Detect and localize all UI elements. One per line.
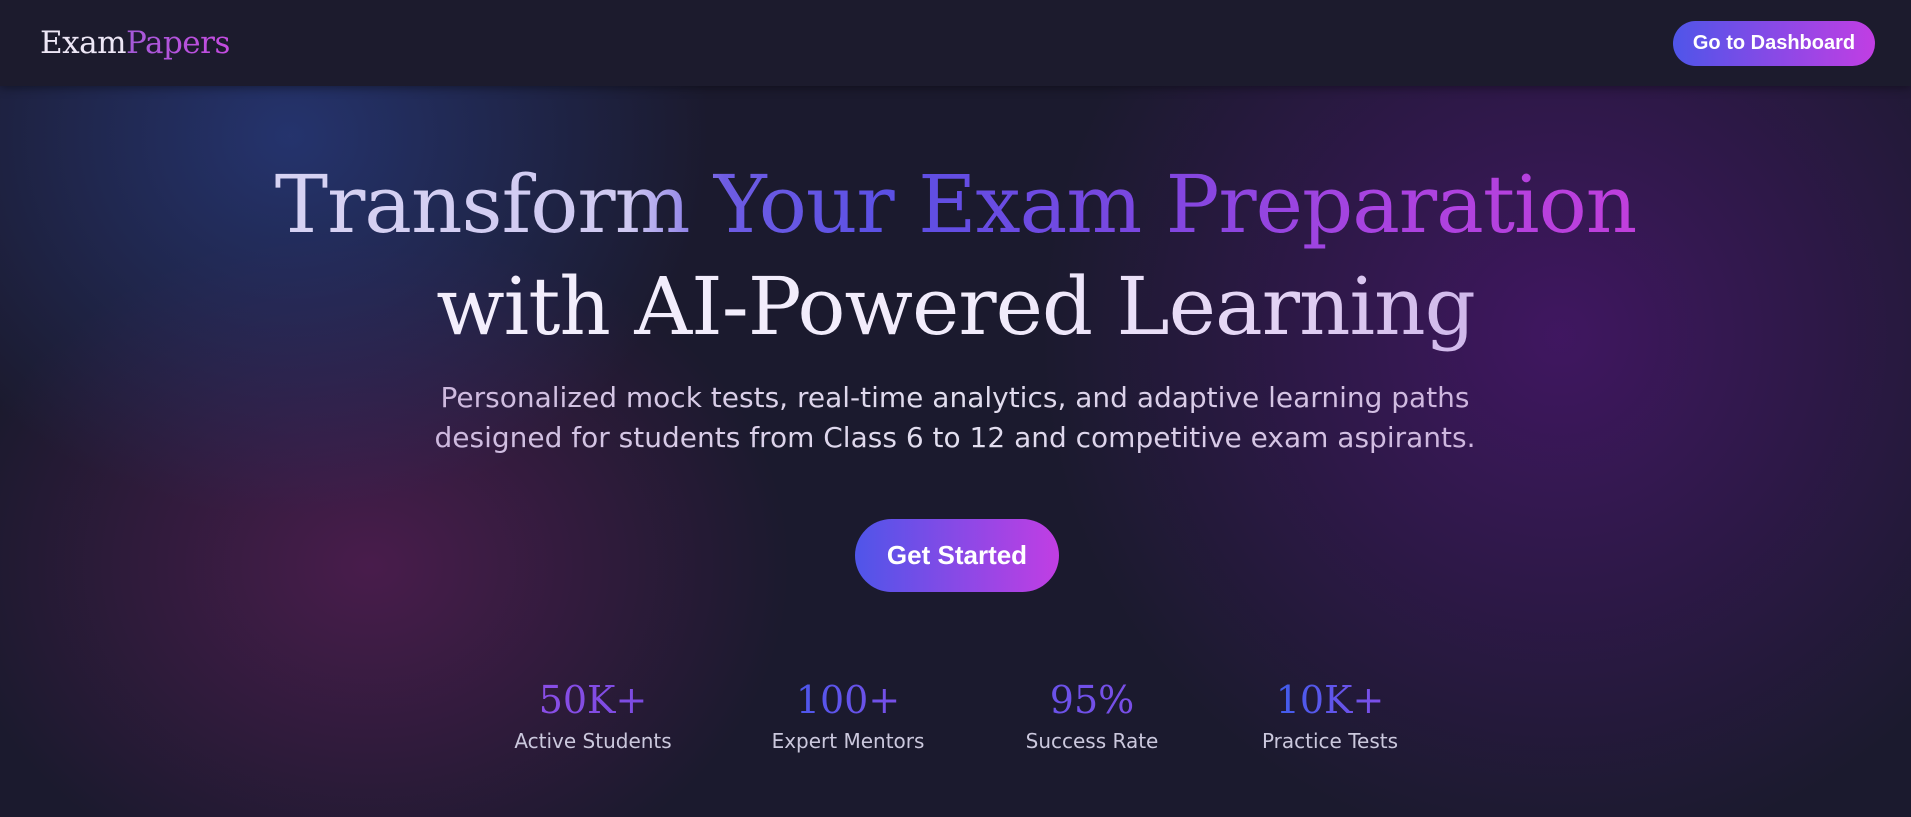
stat-value: 50K+ (538, 678, 648, 722)
stat-value: 100+ (795, 678, 901, 722)
hero-section: Transform Your Exam Preparation with AI-… (0, 86, 1911, 817)
hero-headline: Transform Your Exam Preparation with AI-… (0, 154, 1911, 358)
stat-label: Active Students (514, 729, 672, 753)
hero-headline-line-1: Transform Your Exam Preparation (275, 154, 1638, 256)
go-to-dashboard-button[interactable]: Go to Dashboard (1673, 21, 1875, 66)
hero-subtitle: Personalized mock tests, real-time analy… (380, 378, 1530, 458)
stat-label: Success Rate (1025, 729, 1159, 753)
logo-text-exam: Exam (40, 25, 127, 61)
get-started-button[interactable]: Get Started (855, 519, 1059, 592)
stat-label: Expert Mentors (771, 729, 925, 753)
stat-active-students: 50K+ Active Students (473, 676, 713, 755)
top-nav-bar: ExamPapers Go to Dashboard (0, 0, 1911, 86)
logo-text-papers: Papers (126, 25, 230, 61)
logo[interactable]: ExamPapers (40, 21, 230, 65)
stat-value: 10K+ (1275, 678, 1385, 722)
stat-label: Practice Tests (1261, 729, 1399, 753)
stat-value: 95% (1049, 678, 1135, 722)
stat-expert-mentors: 100+ Expert Mentors (728, 676, 968, 755)
stat-practice-tests: 10K+ Practice Tests (1210, 676, 1450, 755)
hero-headline-line-2: with AI-Powered Learning (436, 256, 1476, 358)
stat-success-rate: 95% Success Rate (972, 676, 1212, 755)
